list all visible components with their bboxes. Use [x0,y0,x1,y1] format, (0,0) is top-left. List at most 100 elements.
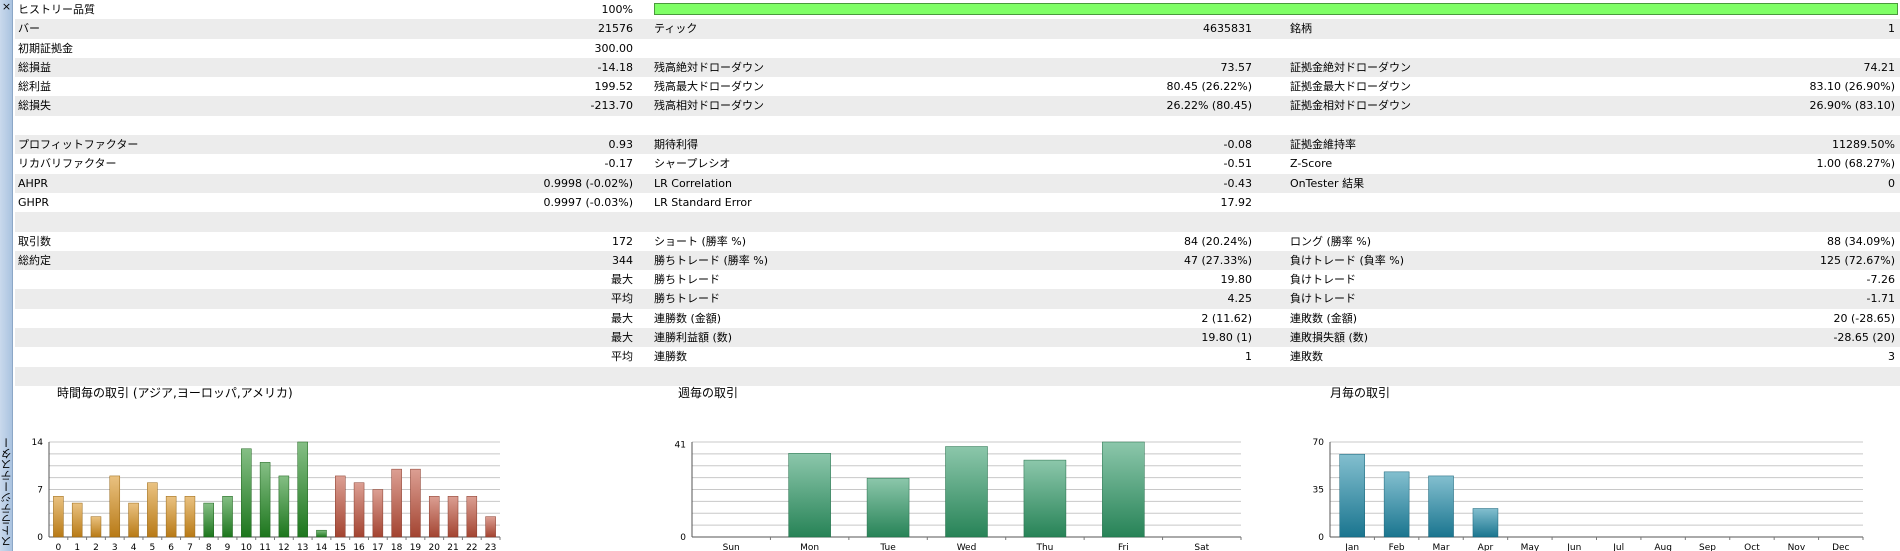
close-icon[interactable]: × [0,0,13,14]
bar [410,468,421,538]
backtest-report: ヒストリー品質 100% バー 21576 ティック 4635831 銘柄 1 初期証拠金 3… [15,0,1900,386]
x-tick-label: 1 [74,543,80,551]
stat-label: シャープレシオ [654,157,731,171]
x-tick-label: Feb [1389,543,1405,551]
stat-label: 証拠金相対ドローダウン [1290,99,1411,113]
stat-value: 3 [1888,350,1895,364]
stat-value: 21576 [598,22,633,36]
stat-label: ショート (勝率 %) [654,234,747,248]
x-tick-label: Apr [1478,543,1494,551]
x-tick-label: Sat [1194,543,1209,551]
stat-value: -14.18 [597,60,633,74]
bar [372,489,384,538]
history-quality-value: 100% [601,3,633,16]
stat-value: 1 [1888,22,1895,36]
x-tick-label: 3 [112,543,118,551]
stats-row: 初期証拠金 300.00 [15,39,1900,58]
stat-value: -28.65 (20) [1833,331,1895,345]
x-tick-label: 7 [187,543,193,551]
stat-value: 300.00 [594,41,634,55]
stat-value: 0 [1888,176,1895,190]
bar [788,453,831,538]
bar [241,448,252,538]
y-tick-label: 0 [1318,533,1324,543]
stat-label: OnTester 結果 [1290,176,1365,190]
x-tick-label: Thu [1035,543,1053,551]
stat-label: 負けトレード (負率 %) [1290,253,1405,267]
panel-title: ストラテジーテスター [0,437,13,547]
x-tick-label: 2 [93,543,99,551]
stat-value: 最大 [611,331,633,345]
stat-value: 344 [612,253,633,267]
x-tick-label: 6 [168,543,174,551]
weekly-trades-chart: 週毎の取引 0 41 Sun Mon Tue Wed Thu Fri Sat [636,384,1256,551]
x-tick-label: 20 [429,543,441,551]
stat-label: 連敗損失額 (数) [1290,331,1369,345]
y-tick-label: 0 [37,533,43,543]
x-tick-label: 8 [206,543,212,551]
stat-label: AHPR [18,176,49,190]
bar [353,482,365,538]
bar [447,496,459,538]
stat-value: -1.71 [1866,292,1895,306]
x-tick-label: May [1521,543,1540,551]
stat-value: 20 (-28.65) [1833,311,1895,325]
y-tick-label: 70 [1313,438,1325,448]
x-tick-label: 16 [353,543,365,551]
bar [259,462,271,538]
stat-value: 0.9998 (-0.02%) [543,176,633,190]
bar [1339,453,1365,538]
stat-value: -0.43 [1223,176,1252,190]
stats-row [15,212,1900,232]
x-tick-label: Sun [723,543,740,551]
stat-label: 初期証拠金 [18,41,73,55]
x-tick-label: 11 [259,543,270,551]
history-quality-label: ヒストリー品質 [18,3,95,16]
stat-label: ロング (勝率 %) [1290,234,1372,248]
stat-label: リカバリファクター [18,157,117,171]
stat-value: 平均 [611,350,633,364]
stat-value: 19.80 (1) [1201,331,1252,345]
y-tick-label: 7 [37,486,43,496]
x-tick-label: Dec [1832,543,1849,551]
bar [466,496,478,538]
bar [165,496,177,538]
stat-value: 1 [1245,350,1252,364]
stat-label: 総約定 [18,253,51,267]
x-tick-label: 15 [335,543,346,551]
stat-value: 11289.50% [1832,138,1895,152]
bar [184,496,196,538]
bar [203,502,214,538]
x-tick-label: 21 [447,543,458,551]
stats-row: GHPR 0.9997 (-0.03%) LR Standard Error 17.9… [15,193,1900,212]
stat-value: 74.21 [1863,60,1896,74]
x-tick-label: Jul [1612,543,1624,551]
x-tick-label: 17 [372,543,383,551]
bar [1102,441,1145,538]
x-tick-label: Aug [1654,543,1672,551]
stat-label: 総利益 [18,80,51,94]
stat-label: 負けトレード [1290,292,1356,306]
stat-value: 88 (34.09%) [1826,234,1895,248]
stat-label: Z-Score [1290,157,1333,171]
x-tick-label: Fri [1118,543,1129,551]
stat-value: 0.93 [608,138,634,152]
chart-plot: 0 41 Sun Mon Tue Wed Thu Fri Sat [675,440,1242,551]
x-tick-label: Wed [957,543,977,551]
x-tick-label: Mon [800,543,819,551]
stat-label: LR Standard Error [654,195,752,209]
bar [128,502,139,538]
stats-row: 総利益 199.52 残高最大ドローダウン 80.45 (26.22%) 証拠金最大ドロ… [15,77,1900,96]
y-tick-label: 35 [1313,486,1324,496]
stat-value: 73.57 [1220,60,1253,74]
stat-label: 証拠金維持率 [1290,138,1356,152]
stats-row: 取引数 172 ショート (勝率 %) 84 (20.24%) ロング (勝率 %) 88… [15,232,1900,251]
stat-value: 平均 [611,292,633,306]
stat-label: GHPR [18,195,50,209]
x-tick-label: 5 [149,543,155,551]
bar [485,516,496,538]
stat-value: 0.9997 (-0.03%) [543,195,633,209]
y-tick-label: 41 [675,440,686,450]
stat-label: 総損失 [18,99,51,113]
stat-label: プロフィットファクター [18,138,139,152]
